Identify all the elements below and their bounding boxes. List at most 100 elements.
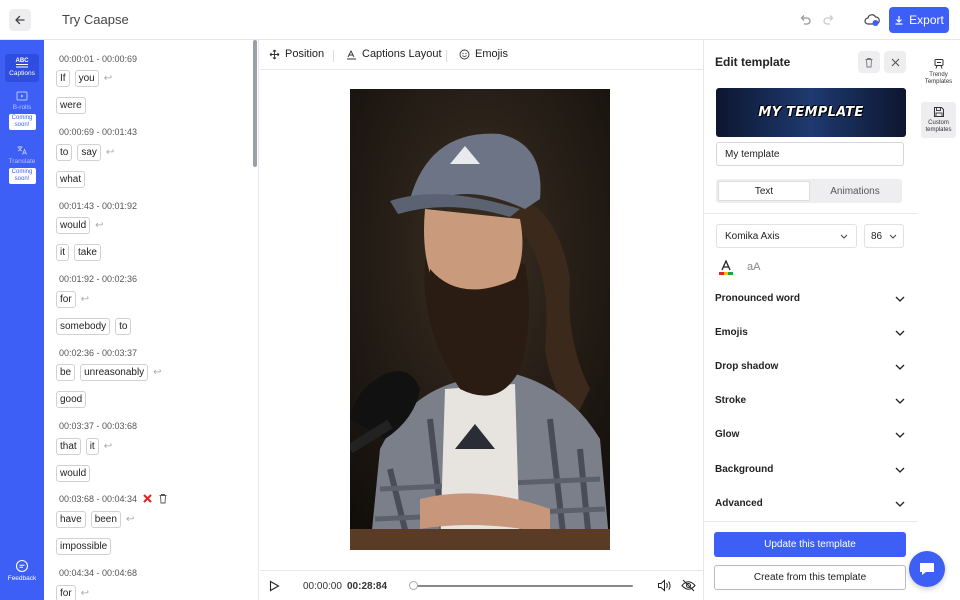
word-chip[interactable]: to (56, 144, 73, 161)
redo-icon (823, 15, 834, 25)
custom-templates-label: Custom templates (925, 120, 952, 133)
word-chip[interactable]: been (90, 511, 121, 528)
word-chip[interactable]: would (56, 217, 91, 234)
segment-timestamp: 00:03:68 - 00:04:34 (59, 493, 138, 504)
section-background[interactable]: Background (715, 464, 905, 475)
play-button[interactable] (268, 580, 280, 595)
tab-animations[interactable]: Animations (810, 181, 900, 201)
video-preview[interactable] (350, 89, 610, 550)
segment-line: to say ↩ (56, 144, 114, 161)
word-chip[interactable]: somebody (56, 318, 111, 335)
template-name-input[interactable] (716, 142, 904, 166)
line-break-icon[interactable]: ↩ (126, 514, 134, 525)
line-break-icon[interactable]: ↩ (104, 73, 112, 84)
update-template-button[interactable]: Update this template (714, 532, 906, 557)
line-break-icon[interactable]: ↩ (106, 147, 114, 158)
eye-off-icon (681, 579, 696, 592)
word-chip[interactable]: have (56, 511, 86, 528)
section-stroke[interactable]: Stroke (715, 395, 905, 406)
captions-layout-label: Captions Layout (362, 48, 442, 60)
footer-divider (704, 521, 918, 522)
delete-segment-icon[interactable] (142, 493, 153, 504)
download-icon (895, 16, 903, 25)
word-chip[interactable]: take (74, 244, 101, 261)
trendy-templates-item[interactable]: Trendy Templates (921, 54, 956, 90)
word-chip[interactable]: If (56, 70, 70, 87)
section-pronounced-word[interactable]: Pronounced word (715, 293, 905, 304)
segment-line: impossible (56, 538, 112, 555)
nav-item-b-rolls[interactable]: B-rolls Coming soon! (0, 90, 44, 130)
back-button[interactable] (9, 9, 31, 31)
create-template-button[interactable]: Create from this template (714, 565, 906, 590)
word-chip[interactable]: would (56, 465, 91, 482)
font-size-select[interactable]: 86 (864, 224, 904, 248)
transcript-panel: 00:00:01 - 00:00:69 If you ↩ were 00:00:… (44, 40, 259, 600)
captions-layout-tool[interactable]: Captions Layout (346, 48, 442, 60)
word-chip[interactable]: good (56, 391, 87, 408)
word-chip[interactable]: what (56, 171, 86, 188)
font-size-value: 86 (871, 230, 883, 242)
timeline-scrubber[interactable] (409, 581, 418, 590)
word-chip[interactable]: were (56, 97, 86, 114)
undo-button[interactable] (796, 11, 814, 29)
nav-label-captions: Captions (9, 70, 35, 77)
nav-label-translate: Translate (8, 158, 36, 165)
nav-item-translate[interactable]: Translate Coming soon! (0, 144, 44, 184)
word-chip[interactable]: say (77, 144, 101, 161)
chevron-down-icon (895, 467, 905, 473)
line-break-icon[interactable]: ↩ (81, 588, 89, 599)
line-break-icon[interactable]: ↩ (95, 220, 103, 231)
timeline-track[interactable] (412, 585, 633, 587)
text-align-icon (347, 49, 356, 59)
export-button[interactable]: Export (889, 7, 949, 33)
word-chip[interactable]: for (56, 291, 76, 308)
word-chip[interactable]: to (115, 318, 132, 335)
word-chip[interactable]: impossible (56, 538, 112, 555)
font-family-select[interactable]: Komika Axis (716, 224, 857, 248)
segment-timestamp: 00:00:69 - 00:01:43 (59, 127, 138, 137)
section-glow[interactable]: Glow (715, 429, 905, 440)
line-break-icon[interactable]: ↩ (153, 367, 161, 378)
section-advanced[interactable]: Advanced (715, 498, 905, 509)
section-emojis[interactable]: Emojis (715, 327, 905, 338)
word-chip[interactable]: unreasonably (80, 364, 149, 381)
word-chip[interactable]: you (74, 70, 99, 87)
delete-template-button[interactable] (858, 51, 880, 73)
segment-line: would (56, 465, 91, 482)
hide-captions-button[interactable] (681, 579, 696, 595)
segment-line: good (56, 391, 87, 408)
transcript-scrollbar[interactable] (253, 40, 257, 167)
cloud-save-button[interactable] (863, 11, 881, 29)
font-family-value: Komika Axis (725, 230, 780, 242)
emojis-tool[interactable]: Emojis (459, 48, 508, 60)
segment-line: what (56, 171, 86, 188)
word-chip[interactable]: that (56, 438, 81, 455)
line-break-icon[interactable]: ↩ (81, 294, 89, 305)
word-chip[interactable]: be (56, 364, 76, 381)
redo-button[interactable] (820, 11, 838, 29)
nav-item-feedback[interactable]: Feedback (0, 559, 44, 582)
volume-button[interactable] (657, 579, 671, 595)
close-panel-button[interactable] (884, 51, 906, 73)
chevron-down-icon (895, 398, 905, 404)
support-chat-button[interactable] (909, 551, 945, 587)
segment-line: it take (56, 244, 101, 261)
translate-icon (17, 146, 27, 155)
word-chip[interactable]: it (56, 244, 69, 261)
cloud-icon (864, 14, 880, 26)
custom-templates-item[interactable]: Custom templates (921, 102, 956, 138)
word-chip[interactable]: it (85, 438, 99, 455)
trash-icon[interactable] (158, 493, 168, 504)
line-break-icon[interactable]: ↩ (104, 441, 112, 452)
tab-text[interactable]: Text (718, 181, 810, 201)
nav-label-feedback: Feedback (7, 575, 37, 582)
panel-title: Edit template (715, 55, 791, 69)
position-tool[interactable]: Position (269, 48, 324, 60)
text-color-icon[interactable] (719, 260, 733, 276)
chevron-down-icon (895, 330, 905, 336)
section-drop-shadow[interactable]: Drop shadow (715, 361, 905, 372)
chat-bubble-icon (15, 559, 29, 573)
text-case-icon[interactable]: aA (747, 261, 760, 273)
nav-item-captions[interactable]: ABC Captions (0, 56, 44, 77)
word-chip[interactable]: for (56, 585, 76, 600)
